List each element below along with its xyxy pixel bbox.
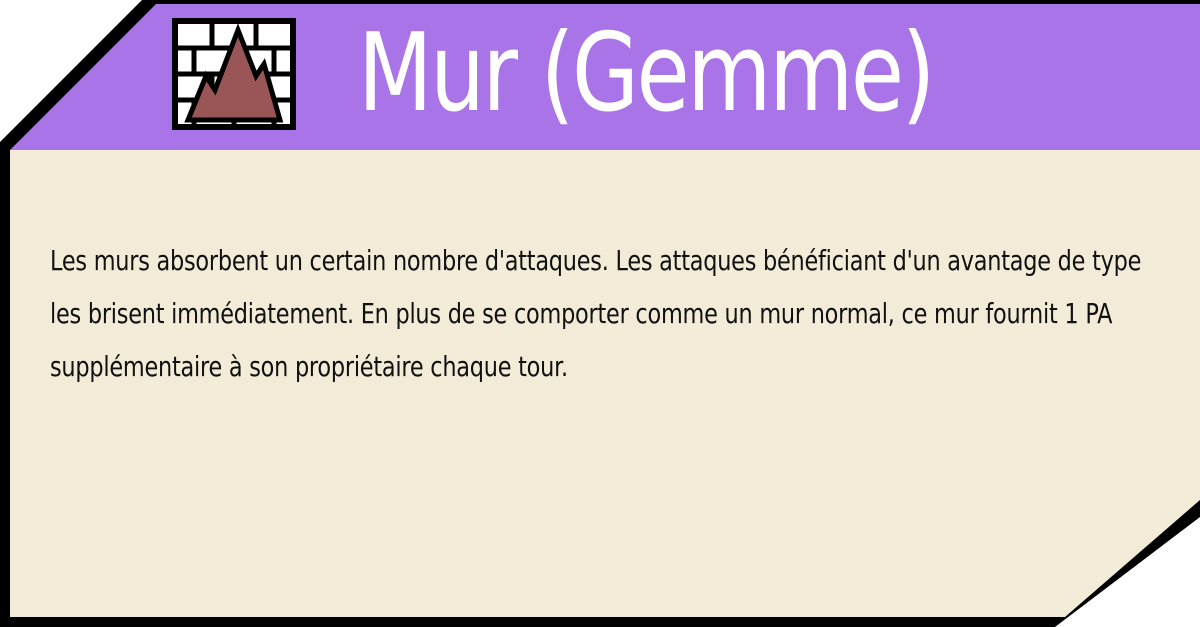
wall-gem-mountain-icon bbox=[172, 18, 296, 130]
card: Mur (Gemme) Les murs absorbent un certai… bbox=[0, 0, 1200, 627]
card-title: Mur (Gemme) bbox=[358, 11, 935, 136]
card-description: Les murs absorbent un certain nombre d'a… bbox=[50, 244, 1142, 383]
